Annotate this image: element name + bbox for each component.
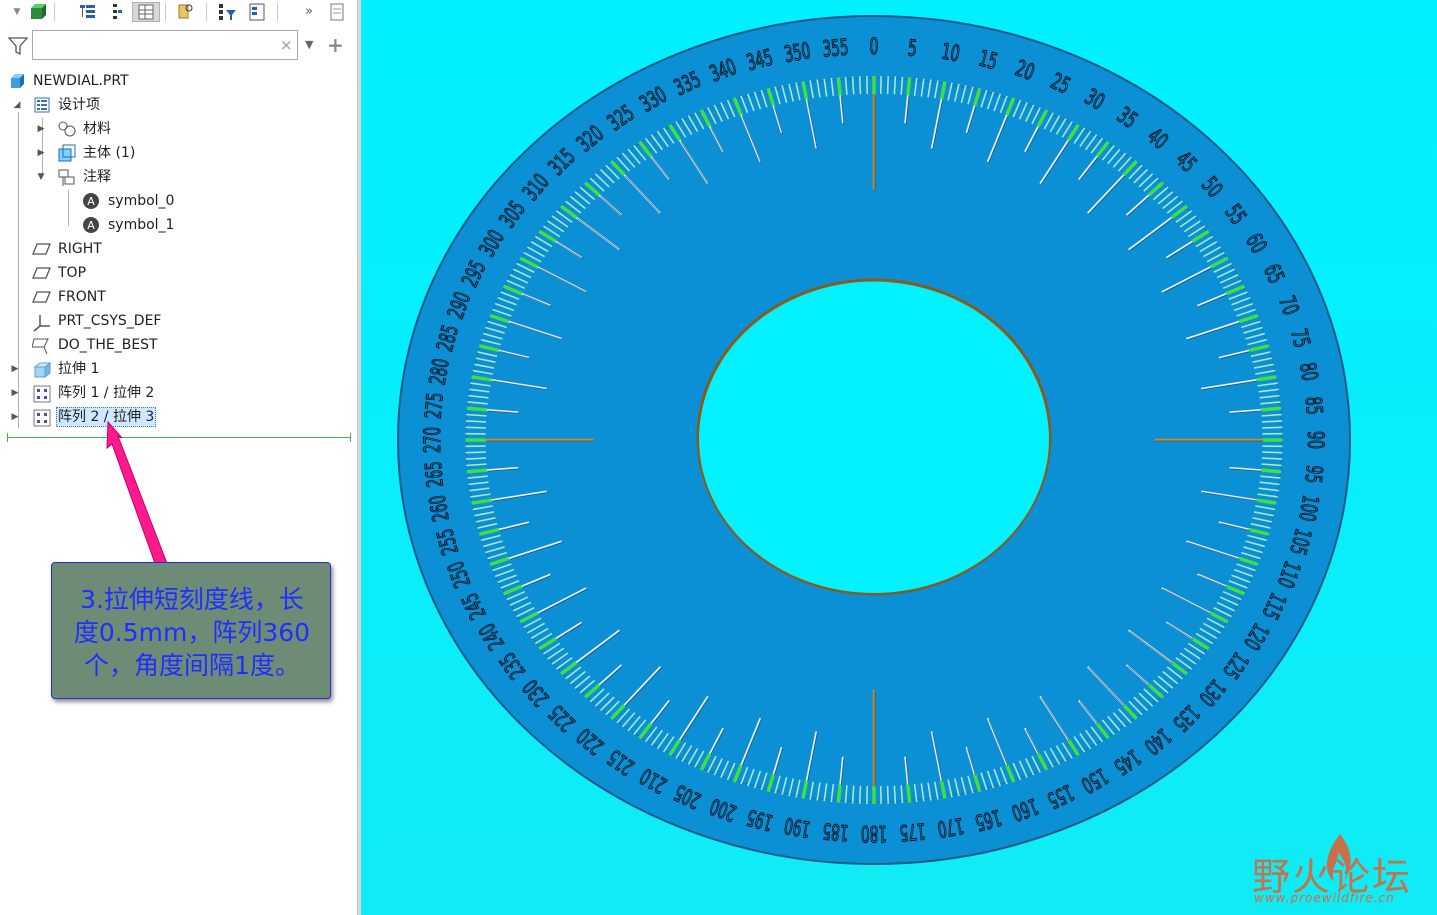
ring-tick	[465, 451, 486, 454]
degree-label: 355	[822, 35, 850, 62]
forum-watermark: 野火论坛 www.proewildfire.cn	[1252, 832, 1432, 912]
ring-tick	[886, 785, 890, 804]
degree-label: 185	[822, 817, 850, 844]
ring-tick	[1260, 468, 1282, 474]
ring-tick	[906, 784, 912, 803]
ring-tick	[1262, 451, 1283, 454]
ring-tick	[886, 76, 890, 95]
degree-label: 170	[936, 812, 966, 841]
ring-tick	[858, 785, 862, 804]
ring-tick	[836, 77, 842, 96]
annotation-callout: 3.拉伸短刻度线，长 度0.5mm，阵列360 个，角度间隔1度。	[51, 562, 331, 699]
ring-tick	[1260, 406, 1282, 412]
ring-tick	[906, 77, 912, 96]
watermark-url: www.proewildfire.cn	[1254, 891, 1395, 905]
ring-tick	[893, 76, 897, 95]
degree-label: 0	[870, 35, 879, 60]
dial-model[interactable]: 0 5 10 15 20 25 303540455055606570758085909510…	[361, 0, 1437, 915]
ring-tick	[858, 76, 862, 95]
degree-label: 265	[422, 460, 449, 488]
callout-line-2: 度0.5mm，阵列360	[73, 618, 311, 647]
ring-tick	[465, 420, 487, 423]
center-hole	[699, 285, 1049, 593]
callout-line-1: 3.拉伸短刻度线，长	[80, 585, 304, 614]
ring-tick	[851, 76, 855, 95]
ring-tick	[465, 426, 486, 429]
degree-label: 260	[426, 493, 455, 523]
ring-tick	[465, 457, 487, 460]
degree-label: 175	[898, 817, 926, 844]
model-tree-panel: ▼ » × ▼ + NEWDIAL.PRT ◢ 设计项 ▶ 材料 ▶ 主体 (1…	[0, 0, 357, 915]
graphics-viewport[interactable]: 0 5 10 15 20 25 30 35 40 45 50 55 60 65 70 75 80 85 90 95 10…	[361, 0, 1437, 915]
degree-label: 280	[426, 357, 455, 387]
ring-tick	[1262, 426, 1283, 429]
degree-label: 190	[783, 812, 813, 841]
degree-label: 95	[1300, 464, 1326, 484]
degree-label: 270	[421, 427, 446, 453]
ring-tick	[1261, 457, 1283, 460]
degree-label: 275	[422, 392, 449, 420]
degree-label: 100	[1293, 493, 1322, 523]
degree-label: 180	[861, 820, 887, 845]
ring-tick	[466, 468, 488, 474]
ring-tick	[466, 406, 488, 412]
ring-tick	[1261, 420, 1283, 423]
callout-arrow	[106, 420, 169, 567]
degree-label: 90	[1302, 431, 1327, 449]
degree-label: 85	[1300, 396, 1326, 416]
degree-label: 350	[783, 39, 813, 68]
callout-line-3: 个，角度间隔1度。	[84, 651, 300, 680]
callout-text: 3.拉伸短刻度线，长 度0.5mm，阵列360 个，角度间隔1度。	[64, 583, 320, 682]
ring-tick	[836, 784, 842, 803]
ring-tick	[893, 785, 897, 804]
ring-tick	[851, 785, 855, 804]
